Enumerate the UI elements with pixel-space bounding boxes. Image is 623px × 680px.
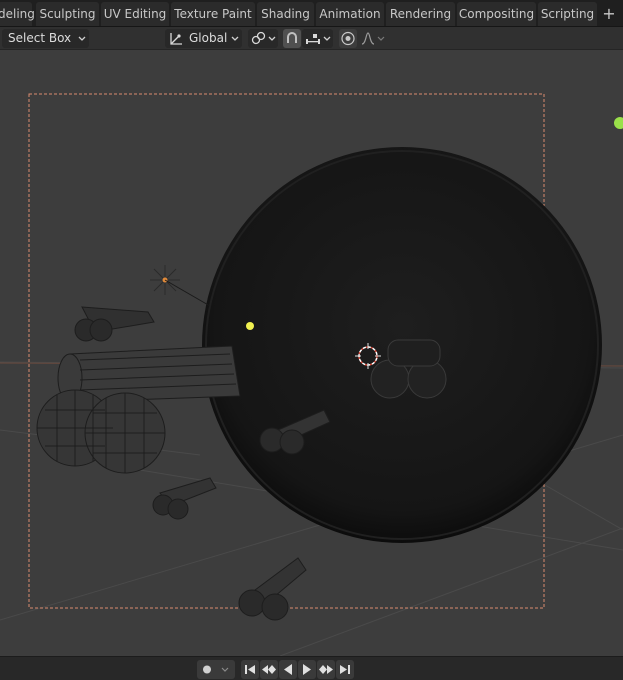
play-button[interactable]: [298, 660, 316, 679]
jump-start-icon: [245, 665, 255, 674]
tab-compositing[interactable]: Compositing: [457, 2, 536, 26]
chevron-down-icon: [268, 36, 276, 41]
jump-start-button[interactable]: [241, 660, 259, 679]
pivot-point-icon: [251, 31, 266, 45]
transform-orientation-label: Global: [189, 31, 228, 45]
snap-magnet-icon: [287, 32, 297, 43]
viewport-header: Select Box Global: [0, 27, 623, 50]
record-icon: [203, 665, 229, 674]
chevron-down-icon: [78, 36, 86, 41]
proportional-editing-icon: [341, 31, 355, 46]
falloff-dropdown[interactable]: [359, 29, 387, 48]
jump-end-button[interactable]: [336, 660, 354, 679]
navigation-gizmo-dot[interactable]: [614, 117, 623, 129]
select-mode-dropdown[interactable]: Select Box: [2, 29, 89, 48]
jump-end-icon: [340, 665, 350, 674]
play-reverse-button[interactable]: [279, 660, 297, 679]
prev-keyframe-button[interactable]: [260, 660, 278, 679]
prev-keyframe-icon: [262, 665, 276, 674]
tab-shading[interactable]: Shading: [257, 2, 314, 26]
pivot-point-dropdown[interactable]: [248, 29, 278, 48]
workspace-tabs-bar: deling Sculpting UV Editing Texture Pain…: [0, 0, 623, 27]
tab-modeling[interactable]: deling: [0, 2, 35, 26]
falloff-curve-icon: [361, 32, 385, 45]
light-origin-dot[interactable]: [246, 322, 254, 330]
3d-viewport[interactable]: [0, 50, 623, 656]
point-light-icon: [150, 265, 211, 307]
tab-sculpting[interactable]: Sculpting: [36, 2, 99, 26]
chevron-down-icon: [323, 36, 331, 41]
tab-scripting[interactable]: Scripting: [538, 2, 597, 26]
snap-toggle[interactable]: [283, 29, 301, 48]
add-workspace-button[interactable]: +: [599, 2, 619, 26]
snap-increment-icon: [306, 34, 320, 44]
proportional-editing-toggle[interactable]: [339, 29, 357, 48]
next-keyframe-icon: [319, 665, 333, 674]
timeline-bar: [0, 656, 623, 680]
tab-animation[interactable]: Animation: [316, 2, 384, 26]
transform-orientation-icon: [170, 33, 182, 45]
play-icon: [303, 664, 311, 675]
viewport-scene: [0, 93, 623, 656]
transform-orientation-dropdown[interactable]: Global: [165, 29, 242, 48]
next-keyframe-button[interactable]: [317, 660, 335, 679]
tab-texture-paint[interactable]: Texture Paint: [171, 2, 255, 26]
play-reverse-icon: [284, 664, 292, 675]
tab-rendering[interactable]: Rendering: [386, 2, 455, 26]
tab-uv-editing[interactable]: UV Editing: [101, 2, 169, 26]
chevron-down-icon: [231, 36, 239, 41]
snap-target-dropdown[interactable]: [302, 29, 333, 48]
record-button[interactable]: [197, 660, 235, 679]
select-mode-label: Select Box: [8, 31, 72, 45]
